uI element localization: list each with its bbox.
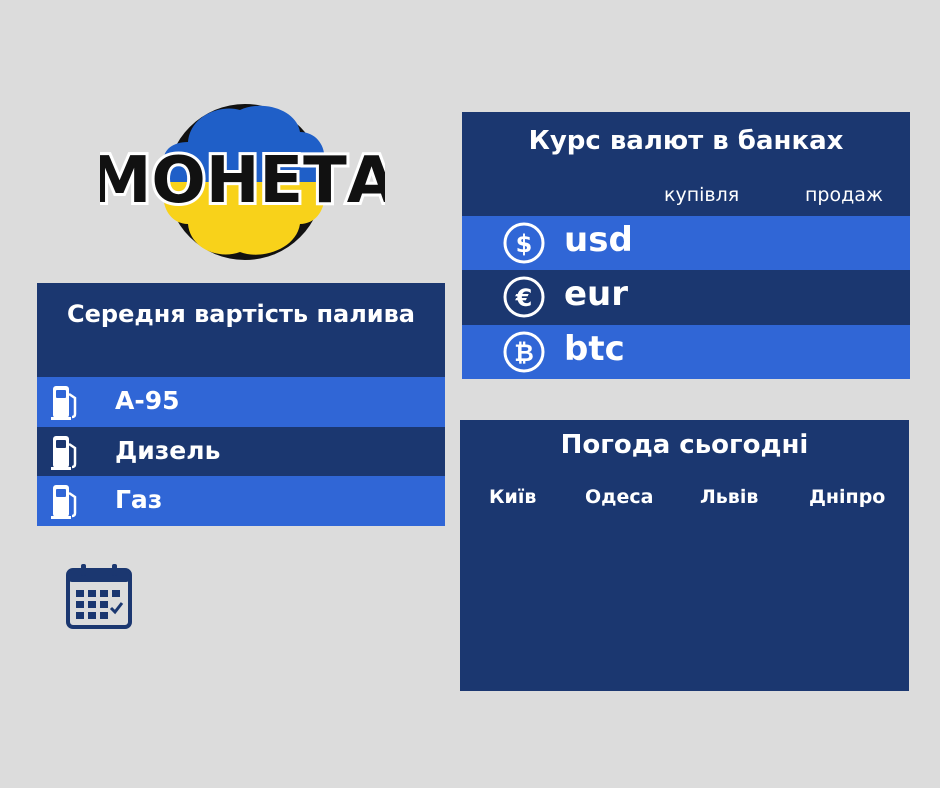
fuel-row-gas: Газ (37, 476, 445, 526)
fuel-pump-icon (51, 386, 77, 420)
currency-row-btc: ₿ btc (462, 325, 910, 379)
fuel-panel: Середня вартість палива А-95 Дизель Газ (37, 283, 445, 526)
moneta-logo: МОНЕТА (100, 102, 385, 262)
currency-panel-title: Курс валют в банках (528, 126, 844, 156)
weather-panel-title: Погода сьогодні (560, 430, 809, 460)
currency-row-usd: $ usd (462, 216, 910, 270)
city-kyiv: Київ (489, 486, 537, 508)
currency-code: btc (564, 329, 625, 369)
euro-icon: € (503, 276, 545, 318)
currency-code: usd (564, 220, 633, 260)
currency-row-eur: € eur (462, 270, 910, 324)
svg-text:₿: ₿ (514, 339, 534, 367)
fuel-label: Дизель (115, 436, 221, 465)
fuel-pump-icon (51, 436, 77, 470)
currency-panel: Курс валют в банках купівля продаж $ usd… (462, 112, 910, 379)
currency-code: eur (564, 274, 629, 314)
logo-text: МОНЕТА (100, 144, 385, 218)
svg-text:$: $ (516, 230, 533, 258)
column-buy: купівля (664, 184, 740, 206)
city-odesa: Одеса (585, 486, 654, 508)
bitcoin-icon: ₿ (503, 331, 545, 373)
fuel-panel-title: Середня вартість палива (67, 300, 415, 328)
weather-panel: Погода сьогодні Київ Одеса Львів Дніпро (460, 420, 909, 691)
calendar-icon (66, 564, 132, 629)
fuel-row-diesel: Дизель (37, 427, 445, 477)
logo-graphic: МОНЕТА (100, 104, 385, 260)
fuel-pump-icon (51, 485, 77, 519)
fuel-label: Газ (115, 485, 163, 514)
city-dnipro: Дніпро (809, 486, 886, 508)
svg-text:€: € (515, 284, 533, 312)
fuel-label: А-95 (115, 386, 180, 415)
city-lviv: Львів (700, 486, 759, 508)
fuel-row-a95: А-95 (37, 377, 445, 427)
dollar-icon: $ (503, 222, 545, 264)
column-sell: продаж (805, 184, 884, 206)
